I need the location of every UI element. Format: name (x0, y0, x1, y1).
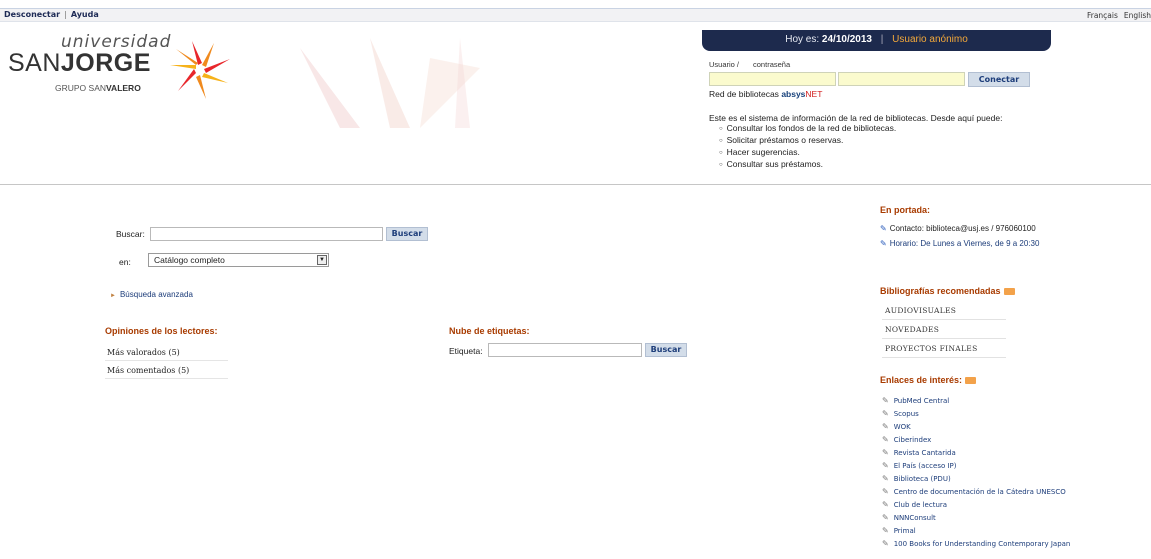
rss-icon[interactable] (965, 377, 977, 385)
top-links: Desconectar | Ayuda (4, 10, 99, 19)
top-bar: Desconectar | Ayuda Français English (0, 8, 1151, 22)
username-input[interactable] (709, 72, 836, 86)
link-item[interactable]: ✎ Ciberindex (882, 435, 931, 444)
tag-input[interactable] (488, 343, 642, 357)
scope-label: en: (119, 257, 131, 267)
paperclip-icon: ✎ (882, 526, 889, 535)
separator: | (880, 34, 884, 45)
paperclip-icon: ✎ (882, 487, 889, 496)
help-link[interactable]: Ayuda (71, 10, 99, 19)
star-logo-icon (170, 41, 230, 99)
username-label: Usuario / (709, 60, 740, 69)
university-logo[interactable]: universidad SANJORGE GRUPO SANVALERO (8, 32, 248, 107)
link-item[interactable]: ✎ Centro de documentación de la Cátedra U… (882, 487, 1066, 496)
link-item[interactable]: ✎ WOK (882, 422, 911, 431)
paperclip-icon: ✎ (882, 435, 889, 444)
opinions-most-commented-link[interactable]: Más comentados (5) (105, 363, 228, 379)
opinions-most-rated-link[interactable]: Más valorados (5) (105, 345, 228, 361)
chevron-down-icon: ▼ (317, 255, 327, 265)
link-item[interactable]: ✎ Revista Cantarida (882, 448, 956, 457)
link-item[interactable]: ✎ Scopus (882, 409, 919, 418)
info-item: Consultar los fondos de la red de biblio… (719, 123, 1002, 135)
search-label: Buscar: (116, 229, 145, 239)
login-labels: Usuario / contraseña (709, 60, 804, 69)
paperclip-icon: ✎ (882, 448, 889, 457)
logo-line-grupo: GRUPO SANVALERO (55, 83, 141, 93)
advanced-search-link[interactable]: ► Búsqueda avanzada (110, 290, 193, 299)
date-bar: Hoy es: 24/10/2013 | Usuario anónimo (702, 30, 1051, 51)
info-item: Solicitar préstamos o reservas. (719, 135, 1002, 147)
connect-button[interactable]: Conectar (968, 72, 1030, 87)
paperclip-icon: ✎ (882, 409, 889, 418)
scope-select[interactable]: Catálogo completo ▼ (148, 253, 329, 267)
watermark-graphic (300, 38, 480, 128)
password-input[interactable] (838, 72, 965, 86)
opinions-title: Opiniones de los lectores: (105, 326, 218, 336)
link-item[interactable]: ✎ NNNConsult (882, 513, 936, 522)
paperclip-icon: ✎ (882, 513, 889, 522)
tags-title: Nube de etiquetas: (449, 326, 530, 336)
search-button[interactable]: Buscar (386, 227, 428, 241)
link-item[interactable]: ✎ Club de lectura (882, 500, 947, 509)
portada-schedule-link[interactable]: ✎ Horario: De Lunes a Viernes, de 9 a 20:… (880, 239, 1039, 248)
paperclip-icon: ✎ (882, 422, 889, 431)
date-prefix: Hoy es: (785, 34, 820, 45)
current-date: 24/10/2013 (821, 34, 872, 45)
paperclip-icon: ✎ (882, 474, 889, 483)
info-intro: Este es el sistema de información de la … (709, 113, 1003, 123)
paperclip-icon: ✎ (882, 461, 889, 470)
link-item[interactable]: ✎ El País (acceso IP) (882, 461, 957, 470)
biblio-audiovisuales-link[interactable]: AUDIOVISUALES (882, 303, 1006, 320)
tag-search-button[interactable]: Buscar (645, 343, 687, 357)
lang-french-link[interactable]: Français (1087, 11, 1118, 20)
info-list: Consultar los fondos de la red de biblio… (719, 123, 1002, 171)
search-input[interactable] (150, 227, 383, 241)
tag-label: Etiqueta: (449, 346, 483, 356)
pin-icon: ✎ (880, 239, 887, 248)
info-item: Hacer sugerencias. (719, 147, 1002, 159)
separator: | (64, 10, 67, 19)
link-item[interactable]: ✎ PubMed Central (882, 396, 949, 405)
paperclip-icon: ✎ (882, 500, 889, 509)
lang-english-link[interactable]: English (1124, 11, 1151, 20)
portada-contact: ✎ Contacto: biblioteca@usj.es / 976060100 (880, 224, 1036, 233)
rss-icon[interactable] (1003, 288, 1015, 296)
paperclip-icon: ✎ (882, 539, 889, 548)
header-divider (0, 184, 1151, 185)
bullet-icon: ► (110, 293, 116, 299)
biblio-novedades-link[interactable]: NOVEDADES (882, 322, 1006, 339)
network-label: Red de bibliotecas absysNET (709, 89, 823, 99)
link-item[interactable]: ✎ Primal (882, 526, 916, 535)
paperclip-icon: ✎ (882, 396, 889, 405)
biblios-title: Bibliografías recomendadas (880, 286, 1015, 296)
info-item: Consultar sus préstamos. (719, 159, 1002, 171)
user-status: Usuario anónimo (892, 34, 968, 45)
password-label: contraseña (753, 60, 791, 69)
info-text: Este es el sistema de información de la … (709, 113, 1002, 171)
language-switcher: Français English (1081, 11, 1151, 20)
link-item[interactable]: ✎ Biblioteca (PDU) (882, 474, 951, 483)
biblio-proyectos-link[interactable]: PROYECTOS FINALES (882, 341, 1006, 358)
portada-title: En portada: (880, 205, 931, 215)
link-item[interactable]: ✎ 100 Books for Understanding Contemporar… (882, 539, 1070, 548)
links-title: Enlaces de interés: (880, 375, 977, 385)
pin-icon: ✎ (880, 224, 887, 233)
logout-link[interactable]: Desconectar (4, 10, 60, 19)
logo-line-sanjorge: SANJORGE (8, 49, 151, 77)
